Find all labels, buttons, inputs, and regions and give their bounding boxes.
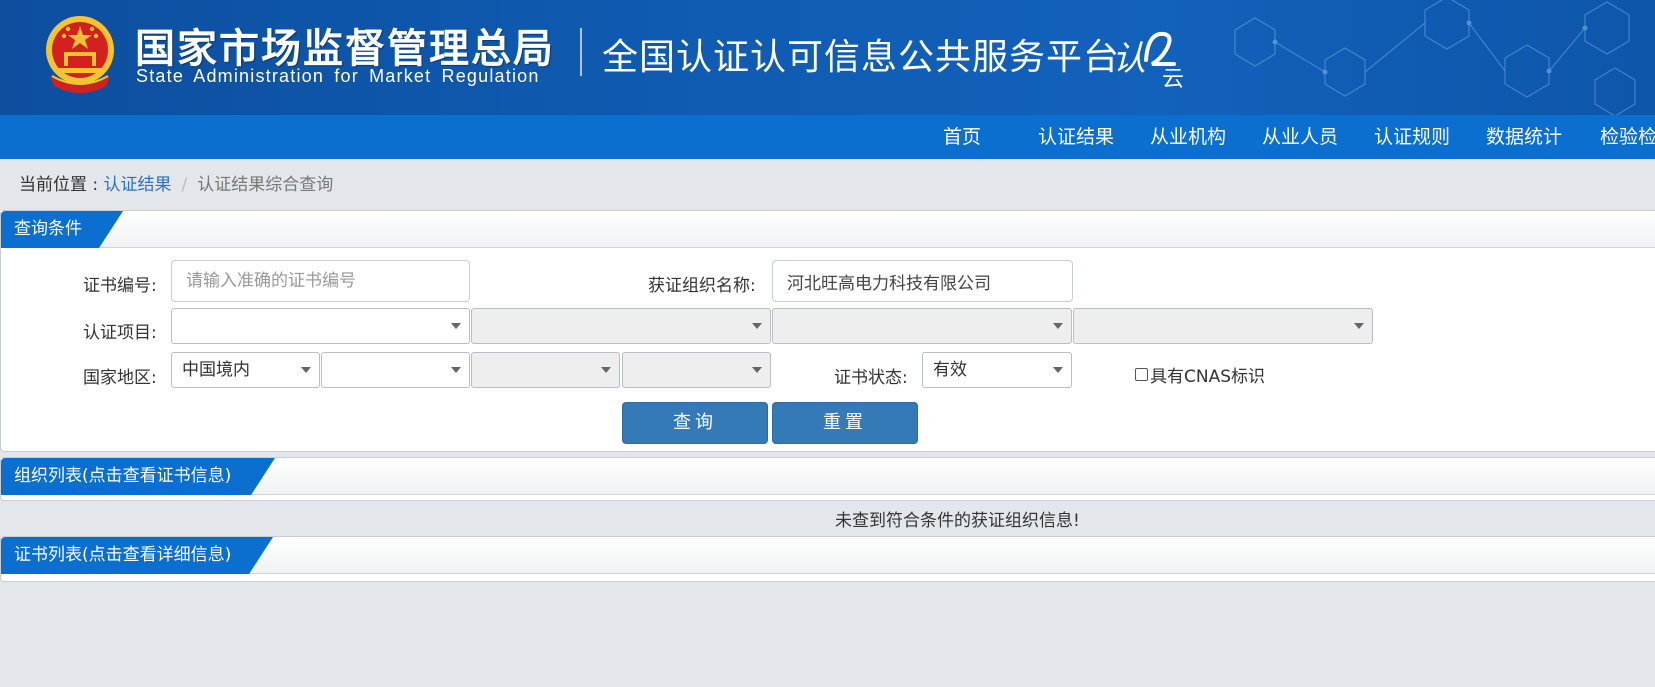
site-banner: 国家市场监督管理总局 State Administration for Mark… <box>0 0 1655 115</box>
cert-project-select-4[interactable] <box>1073 308 1373 344</box>
chevron-down-icon <box>451 367 461 373</box>
nav-item-personnel[interactable]: 从业人员 <box>1262 115 1338 159</box>
chevron-down-icon <box>752 367 762 373</box>
cert-project-select-3[interactable] <box>772 308 1072 344</box>
breadcrumb-link-cert-results[interactable]: 认证结果 <box>104 175 172 195</box>
breadcrumb-current: 认证结果综合查询 <box>197 175 334 195</box>
chevron-down-icon <box>1053 323 1063 329</box>
org-name-input[interactable] <box>772 260 1073 302</box>
cert-status-select[interactable]: 有效 <box>922 352 1072 388</box>
cert-list-panel: 证书列表(点击查看详细信息) <box>0 536 1655 582</box>
nav-item-statistics[interactable]: 数据统计 <box>1486 115 1562 159</box>
cert-status-label: 证书状态: <box>834 368 908 388</box>
region-select-city[interactable] <box>471 352 620 388</box>
chevron-down-icon <box>601 367 611 373</box>
org-list-title[interactable]: 组织列表(点击查看证书信息) <box>1 458 275 495</box>
cert-number-label: 证书编号: <box>83 276 157 296</box>
chevron-down-icon <box>301 367 311 373</box>
nav-item-home[interactable]: 首页 <box>943 115 981 159</box>
cert-number-input[interactable] <box>171 260 470 302</box>
region-select-country[interactable]: 中国境内 <box>171 352 320 388</box>
logo-text-yun: 云 <box>1162 67 1184 88</box>
cnas-checkbox-wrap[interactable]: 具有CNAS标识 <box>1135 362 1265 387</box>
panel-header: 证书列表(点击查看详细信息) <box>1 537 1655 574</box>
banner-divider <box>580 28 582 76</box>
region-select-district[interactable] <box>622 352 771 388</box>
nav-item-cert-results[interactable]: 认证结果 <box>1038 115 1114 159</box>
national-emblem-icon <box>46 16 114 93</box>
cert-project-select-2[interactable] <box>471 308 771 344</box>
nav-item-cert-rules[interactable]: 认证规则 <box>1374 115 1450 159</box>
nav-item-institutions[interactable]: 从业机构 <box>1150 115 1226 159</box>
cert-list-title[interactable]: 证书列表(点击查看详细信息) <box>1 537 273 574</box>
org-list-panel: 组织列表(点击查看证书信息) <box>0 457 1655 501</box>
agency-name-en: State Administration for Market Regulati… <box>136 66 540 86</box>
main-navigation: 首页 认证结果 从业机构 从业人员 认证规则 数据统计 检验检 <box>0 115 1655 159</box>
chevron-down-icon <box>752 323 762 329</box>
logo-text-ren: 认 <box>1112 39 1146 79</box>
nav-item-inspection[interactable]: 检验检 <box>1600 115 1655 159</box>
chevron-down-icon <box>451 323 461 329</box>
hexagon-pattern-decoration <box>1234 0 1636 115</box>
search-button[interactable]: 查询 <box>622 402 768 444</box>
cert-project-select-1[interactable] <box>171 308 470 344</box>
cert-project-label: 认证项目: <box>83 323 157 343</box>
breadcrumb: 当前位置 : 认证结果 / 认证结果综合查询 <box>19 170 333 195</box>
region-label: 国家地区: <box>83 368 157 388</box>
breadcrumb-prefix: 当前位置 : <box>19 175 104 195</box>
panel-header: 查询条件 <box>1 211 1655 248</box>
org-name-label: 获证组织名称: <box>648 276 756 296</box>
region-select-province[interactable] <box>321 352 470 388</box>
cnas-checkbox[interactable] <box>1135 368 1148 381</box>
cnas-checkbox-label: 具有CNAS标识 <box>1150 367 1266 387</box>
breadcrumb-separator: / <box>181 175 188 195</box>
query-panel-title: 查询条件 <box>1 211 123 248</box>
reset-button[interactable]: 重置 <box>772 402 918 444</box>
chevron-down-icon <box>1354 323 1364 329</box>
org-list-empty-message: 未查到符合条件的获证组织信息! <box>835 511 1080 531</box>
chevron-down-icon <box>1053 367 1063 373</box>
panel-header: 组织列表(点击查看证书信息) <box>1 458 1655 495</box>
platform-title: 全国认证认可信息公共服务平台 <box>602 37 1121 78</box>
renyun-logo: 认 云 <box>1112 31 1184 88</box>
